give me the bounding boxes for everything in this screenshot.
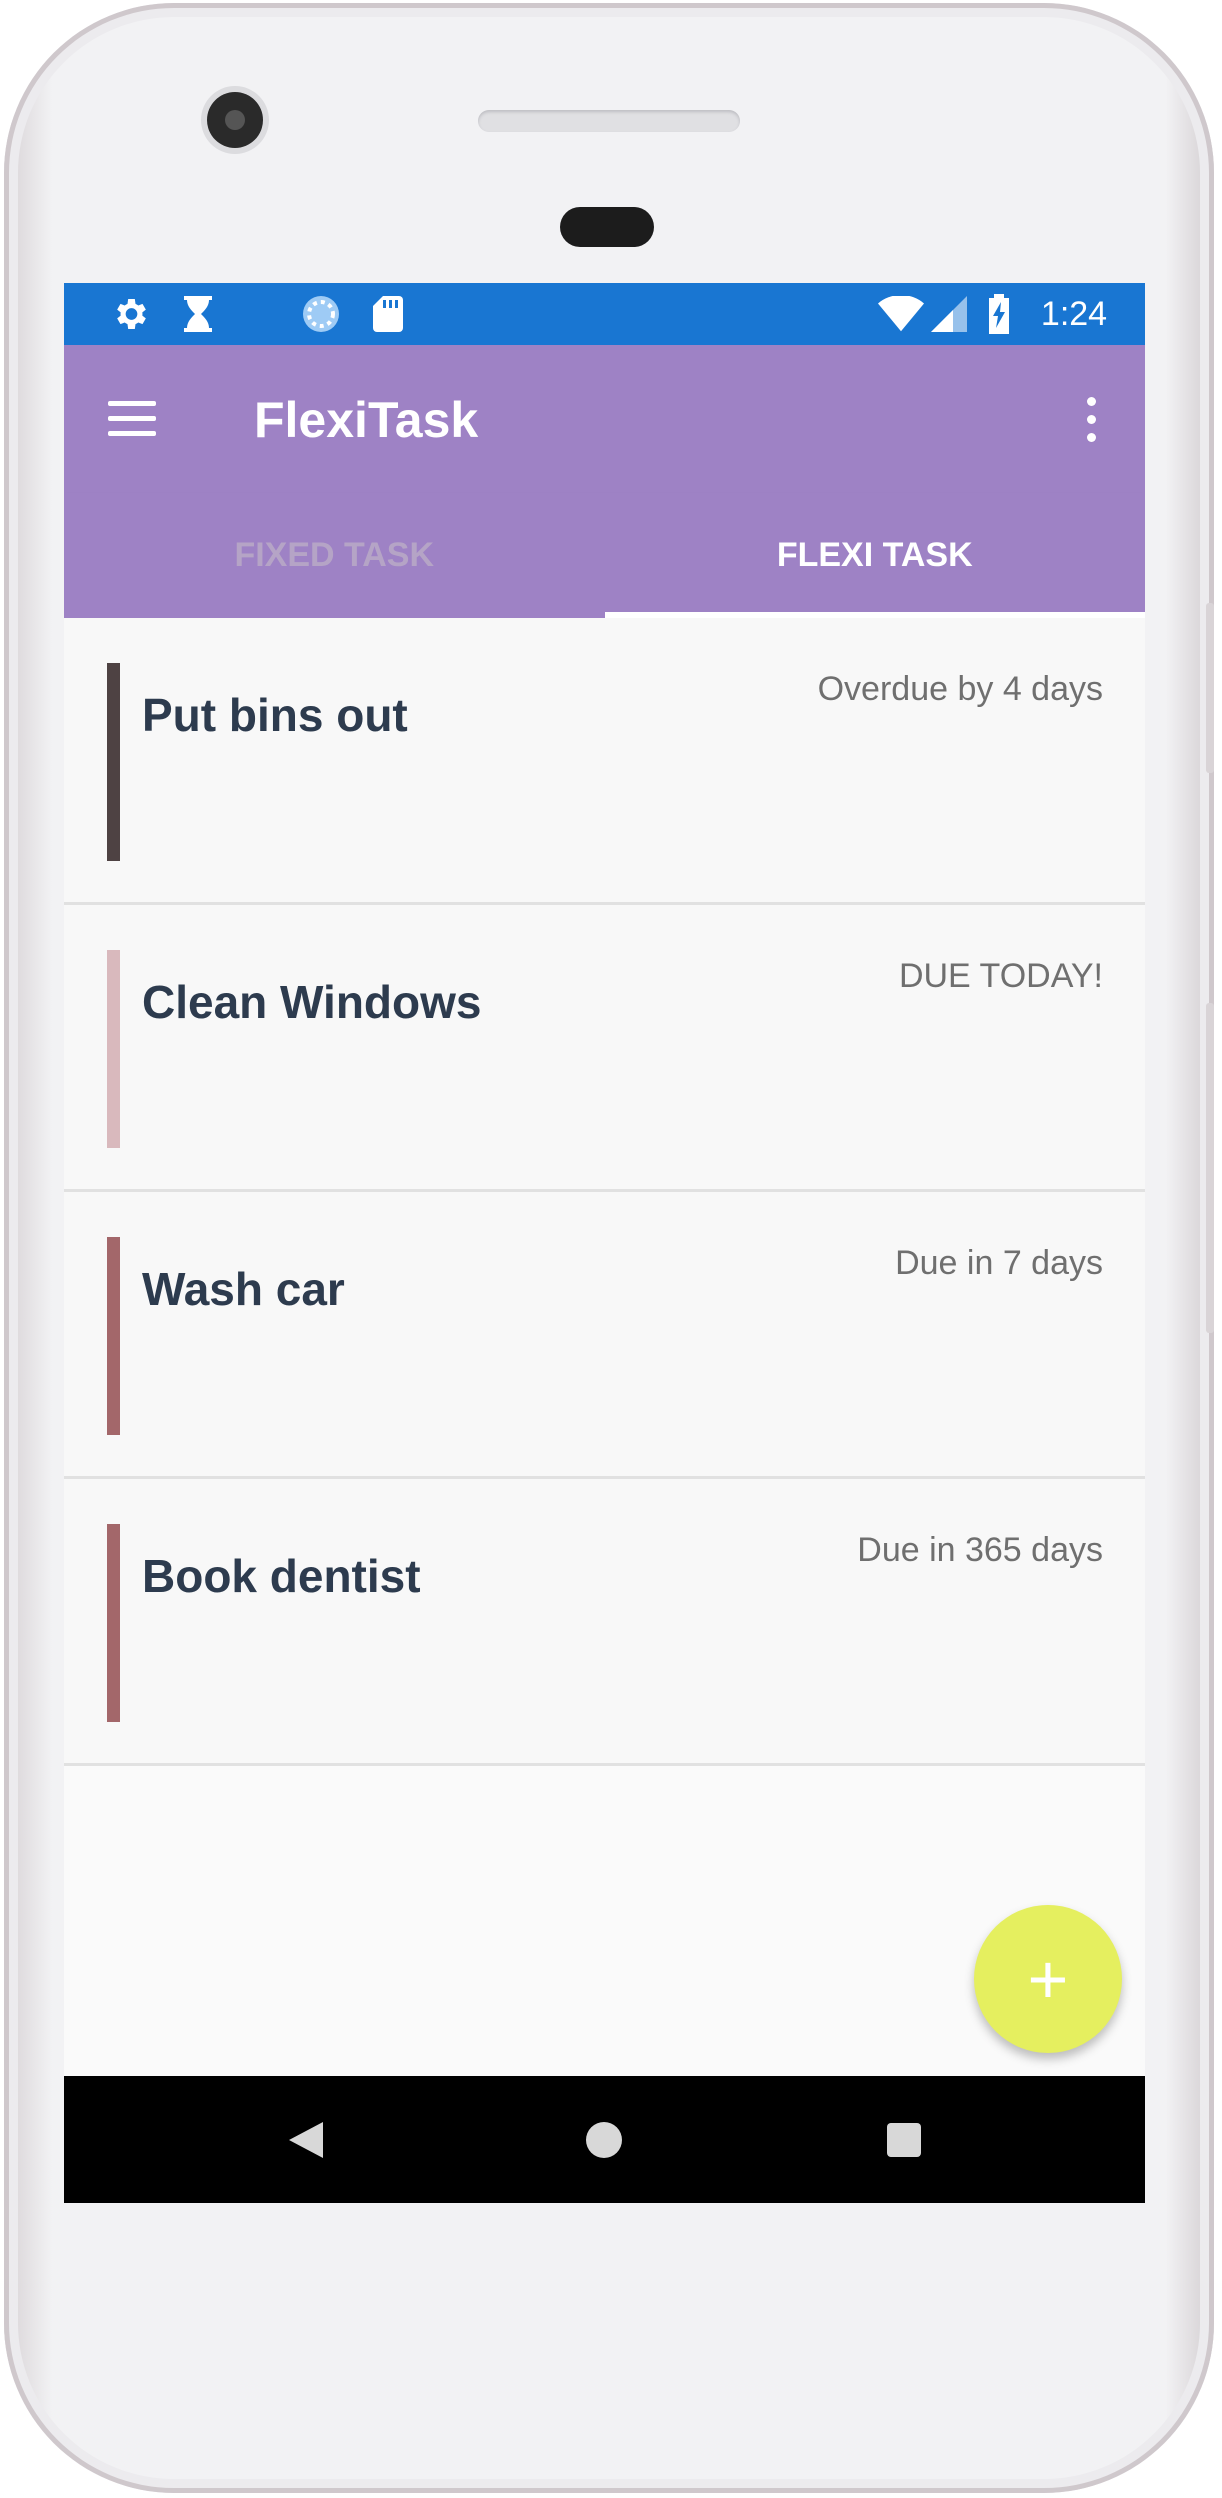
app-title: FlexiTask xyxy=(254,392,479,448)
priority-bar xyxy=(107,950,120,1148)
screen: 1:24 FlexiTask FIXED TASK FLEXI TASK Put… xyxy=(64,283,1145,2203)
task-title: Clean Windows xyxy=(142,976,482,1028)
task-due-status: Overdue by 4 days xyxy=(817,670,1103,708)
status-time: 1:24 xyxy=(1040,294,1108,333)
sd-card-icon xyxy=(368,283,408,345)
power-button xyxy=(1206,603,1214,773)
tab-bar: FIXED TASK FLEXI TASK xyxy=(64,493,1145,618)
add-icon: + xyxy=(1027,1940,1069,2018)
hourglass-icon xyxy=(176,283,220,345)
task-item[interactable]: Clean Windows DUE TODAY! xyxy=(64,905,1145,1192)
task-list: Put bins out Overdue by 4 days Clean Win… xyxy=(64,618,1145,1766)
sync-icon xyxy=(298,283,344,345)
priority-bar xyxy=(107,663,120,861)
add-task-button[interactable]: + xyxy=(974,1905,1122,2053)
volume-button xyxy=(1206,1003,1214,1333)
proximity-sensor xyxy=(560,207,654,247)
more-options-icon[interactable] xyxy=(1079,395,1103,445)
tab-fixed-task[interactable]: FIXED TASK xyxy=(64,493,605,618)
task-due-status: Due in 365 days xyxy=(857,1531,1103,1569)
task-due-status: Due in 7 days xyxy=(895,1244,1103,1282)
priority-bar xyxy=(107,1237,120,1435)
task-item[interactable]: Book dentist Due in 365 days xyxy=(64,1479,1145,1766)
system-nav-bar xyxy=(64,2076,1145,2203)
task-item[interactable]: Wash car Due in 7 days xyxy=(64,1192,1145,1479)
status-bar: 1:24 xyxy=(64,283,1145,345)
signal-icon xyxy=(928,283,970,345)
task-due-status: DUE TODAY! xyxy=(898,957,1103,995)
back-icon[interactable] xyxy=(278,2112,334,2168)
task-title: Wash car xyxy=(142,1263,345,1315)
home-icon[interactable] xyxy=(576,2112,632,2168)
settings-icon xyxy=(108,283,152,345)
task-item[interactable]: Put bins out Overdue by 4 days xyxy=(64,618,1145,905)
recents-icon[interactable] xyxy=(876,2112,932,2168)
front-camera xyxy=(207,92,263,148)
tab-flexi-task[interactable]: FLEXI TASK xyxy=(605,493,1146,618)
priority-bar xyxy=(107,1524,120,1722)
task-title: Put bins out xyxy=(142,689,408,741)
app-bar: FlexiTask xyxy=(64,345,1145,493)
earpiece-speaker xyxy=(478,110,740,132)
hamburger-menu-icon[interactable] xyxy=(104,397,160,441)
battery-charging-icon xyxy=(982,283,1016,345)
task-title: Book dentist xyxy=(142,1550,421,1602)
wifi-icon xyxy=(876,283,926,345)
